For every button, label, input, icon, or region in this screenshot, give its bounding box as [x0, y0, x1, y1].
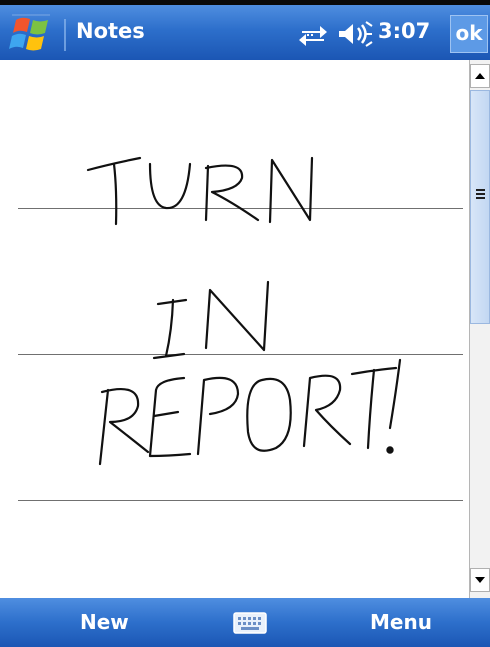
scroll-thumb[interactable] — [470, 90, 490, 324]
menu-softkey[interactable]: Menu — [370, 610, 432, 634]
volume-icon[interactable] — [337, 20, 373, 48]
scroll-up-button[interactable] — [470, 64, 490, 88]
windows-start-icon[interactable] — [8, 12, 58, 56]
ink-word-in — [152, 280, 270, 360]
scroll-down-button[interactable] — [470, 568, 490, 592]
title-bar: Notes 3:07 ok — [0, 0, 490, 60]
grip-line — [476, 197, 485, 199]
handwritten-ink — [86, 156, 402, 466]
menu-bar: New Menu — [0, 598, 490, 647]
connectivity-icon[interactable] — [298, 22, 328, 48]
ok-button[interactable]: ok — [450, 15, 488, 53]
vertical-scrollbar[interactable] — [469, 60, 490, 598]
arrow-up-icon — [475, 73, 485, 79]
arrow-down-icon — [475, 577, 485, 583]
grip-line — [476, 193, 485, 195]
grip-line — [476, 189, 485, 191]
clock-time[interactable]: 3:07 — [378, 19, 430, 43]
app-title: Notes — [76, 19, 145, 43]
note-canvas[interactable] — [0, 60, 469, 598]
ink-word-turn — [86, 156, 314, 226]
ink-word-report — [98, 358, 402, 466]
title-separator — [64, 19, 66, 51]
new-softkey[interactable]: New — [80, 610, 129, 634]
keyboard-icon[interactable] — [233, 612, 267, 634]
